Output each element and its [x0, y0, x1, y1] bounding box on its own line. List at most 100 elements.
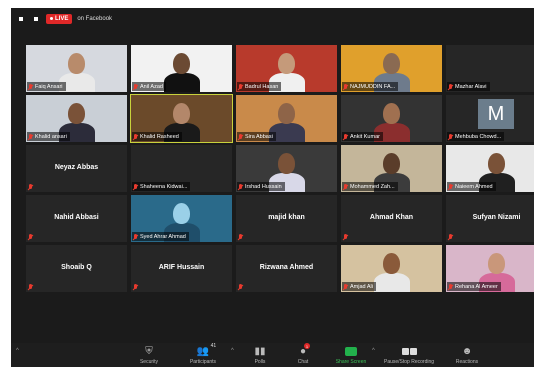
participant-name: Ankit Kumar — [350, 133, 380, 140]
participant-tile[interactable]: Khalid Rasheed — [130, 94, 233, 143]
participant-name: Shoaib Q — [61, 264, 92, 271]
participant-tile[interactable]: Ankit Kumar — [341, 95, 442, 142]
muted-mic-icon — [133, 83, 138, 90]
share-caret-icon[interactable]: ^ — [372, 348, 375, 354]
participant-name: Anil Azad — [140, 83, 163, 90]
view-options-icon[interactable] — [16, 14, 26, 24]
top-bar: LIVE on Facebook — [11, 8, 534, 30]
participant-name: NAJMUDDIN FA... — [350, 83, 396, 90]
participant-label: Mehbuba Chowd... — [447, 132, 505, 141]
participants-button[interactable]: 👥 41 Participants — [178, 343, 228, 365]
share-screen-button[interactable]: Share Screen — [326, 345, 376, 365]
muted-mic-icon — [343, 283, 348, 290]
participant-tile[interactable]: Neyaz Abbas — [26, 145, 127, 192]
participant-name: Nahid Abbasi — [54, 214, 99, 221]
muted-mic-icon — [448, 234, 453, 240]
reactions-button[interactable]: ☻ Reactions — [442, 345, 492, 365]
participant-label: Faiq Ansari — [27, 82, 66, 91]
recording-button[interactable]: Pause/Stop Recording — [384, 345, 434, 365]
participant-label: Syed Ahrar Ahmad — [132, 232, 189, 241]
participant-tile[interactable]: Syed Ahrar Ahmad — [131, 195, 232, 242]
participant-tile[interactable]: Badrul Hasan — [236, 45, 337, 92]
participant-grid: Faiq Ansari Anil Azad Badrul Hasan NAJMUDDI… — [26, 45, 534, 342]
live-destination: on Facebook — [77, 16, 113, 22]
participant-head — [383, 53, 400, 74]
participant-name: Irshad Hussain — [245, 183, 282, 190]
muted-mic-icon — [448, 133, 453, 140]
participant-tile[interactable]: NAJMUDDIN FA... — [341, 45, 442, 92]
participant-tile[interactable]: Shaheena Kidwai... — [131, 145, 232, 192]
participant-tile[interactable]: Irshad Hussain — [236, 145, 337, 192]
participant-tile[interactable]: Anil Azad — [131, 45, 232, 92]
participants-caret-icon[interactable]: ^ — [231, 348, 234, 354]
participant-head — [68, 53, 85, 74]
participant-name: Sira Abbasi — [245, 133, 273, 140]
participant-tile[interactable]: majid khan — [236, 195, 337, 242]
pause-stop-icon — [401, 345, 417, 358]
participants-count: 41 — [210, 343, 217, 349]
participant-label: Khalid ansari — [27, 132, 70, 141]
participant-tile[interactable]: Sufyan Nizami — [446, 195, 534, 242]
muted-mic-icon — [133, 183, 138, 190]
participant-tile[interactable]: Rizwana Ahmed — [236, 245, 337, 292]
audio-caret-icon[interactable]: ^ — [16, 348, 19, 354]
participant-name: majid khan — [268, 214, 305, 221]
participant-tile[interactable]: Amjad Ali — [341, 245, 442, 292]
chat-unread-badge: 1 — [304, 343, 311, 349]
participant-label: Mohammed Zah... — [342, 182, 398, 191]
muted-mic-icon — [28, 284, 33, 290]
participant-name: Neyaz Abbas — [54, 164, 99, 171]
participant-name: Mehbuba Chowd... — [455, 133, 502, 140]
participant-name: Badrul Hasan — [245, 83, 279, 90]
chat-button[interactable]: ● 1 Chat — [278, 343, 328, 365]
muted-mic-icon — [28, 234, 33, 240]
smiley-icon: ☻ — [461, 346, 473, 357]
participant-tile[interactable]: Mazhar Alavi — [446, 45, 534, 92]
participant-tile[interactable]: Naieem Ahmed — [446, 145, 534, 192]
participant-tile[interactable]: Khalid ansari — [26, 95, 127, 142]
muted-mic-icon — [238, 133, 243, 140]
muted-mic-icon — [28, 184, 33, 190]
participant-label: Amjad Ali — [342, 282, 376, 291]
participant-name: Khalid ansari — [35, 133, 67, 140]
participant-head — [173, 103, 190, 124]
participant-label: Mazhar Alavi — [447, 82, 490, 91]
participant-tile[interactable]: Sira Abbasi — [236, 95, 337, 142]
security-button[interactable]: ⛨ Security — [124, 345, 174, 365]
muted-mic-icon — [343, 183, 348, 190]
participant-name: Naieem Ahmed — [455, 183, 493, 190]
participant-name: Rizwana Ahmed — [259, 264, 314, 271]
participant-label: NAJMUDDIN FA... — [342, 82, 399, 91]
participant-tile[interactable]: Rehana Al Ameer — [446, 245, 534, 292]
participant-tile[interactable]: Nahid Abbasi — [26, 195, 127, 242]
muted-mic-icon — [448, 283, 453, 290]
participant-head — [278, 53, 295, 74]
participant-label: Badrul Hasan — [237, 82, 282, 91]
participant-tile[interactable]: Shoaib Q — [26, 245, 127, 292]
participant-tile[interactable]: Faiq Ansari — [26, 45, 127, 92]
participant-head — [383, 103, 400, 124]
muted-mic-icon — [448, 183, 453, 190]
participant-head — [278, 103, 295, 124]
participant-label: Irshad Hussain — [237, 182, 285, 191]
participant-label: Naieem Ahmed — [447, 182, 496, 191]
participant-name: Ahmad Khan — [369, 214, 414, 221]
participant-tile[interactable]: M Mehbuba Chowd... — [446, 95, 534, 142]
muted-mic-icon — [133, 233, 138, 240]
participant-head — [278, 153, 295, 174]
participant-label: Rehana Al Ameer — [447, 282, 501, 291]
participant-tile[interactable]: Mohammed Zah... — [341, 145, 442, 192]
participant-name: Syed Ahrar Ahmad — [140, 233, 186, 240]
live-badge[interactable]: LIVE — [46, 14, 73, 24]
participant-head — [383, 253, 400, 274]
participants-icon: 👥 41 — [196, 343, 217, 357]
participant-tile[interactable]: ARIF Hussain — [131, 245, 232, 292]
participant-name: Khalid Rasheed — [140, 133, 179, 140]
participant-tile[interactable]: Ahmad Khan — [341, 195, 442, 242]
participant-label: Sira Abbasi — [237, 132, 276, 141]
gallery-view-icon[interactable] — [31, 14, 41, 24]
participant-label: Anil Azad — [132, 82, 166, 91]
participant-name: Amjad Ali — [350, 283, 373, 290]
share-screen-icon — [345, 345, 357, 358]
participant-label: Shaheena Kidwai... — [132, 182, 191, 191]
